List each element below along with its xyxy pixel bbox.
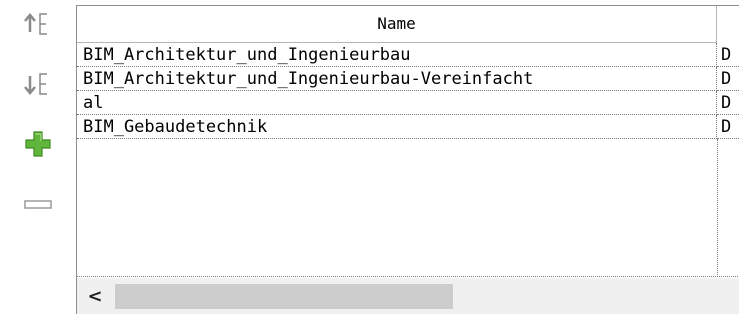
data-grid: Name BIM_Architektur_und_Ingenieurbau D … (76, 5, 739, 314)
horizontal-scrollbar[interactable]: < (77, 278, 739, 314)
cell-second[interactable]: D (717, 67, 739, 91)
move-up-button[interactable] (20, 6, 56, 42)
grid-empty-area-right (717, 139, 739, 277)
table-row[interactable]: BIM_Architektur_und_Ingenieurbau D (77, 43, 739, 67)
add-button[interactable] (20, 126, 56, 162)
grid-rows: BIM_Architektur_und_Ingenieurbau D BIM_A… (77, 43, 739, 139)
minus-icon (24, 200, 52, 209)
cell-second[interactable]: D (717, 115, 739, 139)
cell-name[interactable]: BIM_Architektur_und_Ingenieurbau-Vereinf… (77, 67, 717, 91)
table-row[interactable]: BIM_Gebaudetechnik D (77, 115, 739, 139)
toolbar (0, 0, 76, 314)
move-down-icon (24, 73, 47, 95)
grid-empty-area (77, 139, 718, 277)
cell-name[interactable]: BIM_Architektur_und_Ingenieurbau (77, 43, 717, 67)
plus-icon (25, 131, 51, 157)
scrollbar-thumb[interactable] (115, 284, 453, 309)
cell-second[interactable]: D (717, 91, 739, 115)
grid-header: Name (77, 6, 717, 43)
move-up-icon (24, 13, 47, 35)
column-header-name[interactable]: Name (77, 6, 717, 42)
move-down-button[interactable] (20, 66, 56, 102)
remove-button[interactable] (20, 186, 56, 222)
cell-second[interactable]: D (717, 43, 739, 67)
scroll-left-button[interactable]: < (77, 278, 113, 314)
table-row[interactable]: al D (77, 91, 739, 115)
cell-name[interactable]: al (77, 91, 717, 115)
column-header-second[interactable] (718, 6, 739, 42)
cell-name[interactable]: BIM_Gebaudetechnik (77, 115, 717, 139)
table-row[interactable]: BIM_Architektur_und_Ingenieurbau-Vereinf… (77, 67, 739, 91)
